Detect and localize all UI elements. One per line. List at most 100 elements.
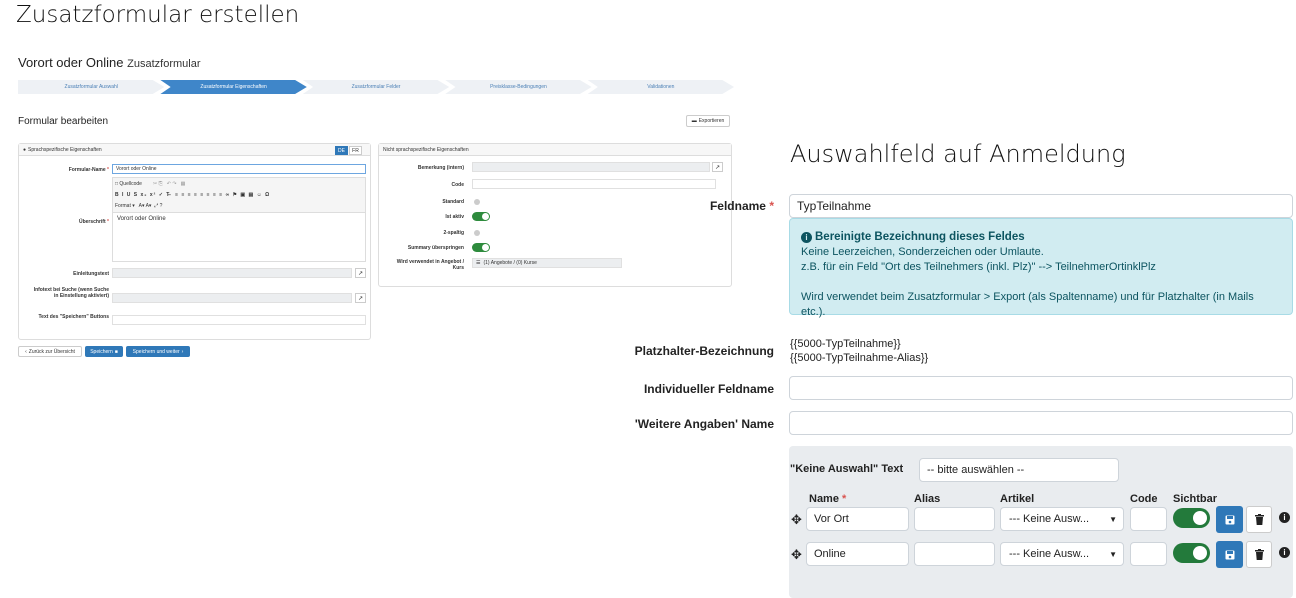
summary-label: Summary überspringen	[407, 245, 464, 251]
option-save-button[interactable]	[1216, 541, 1243, 568]
editor-content[interactable]: Vorort oder Online	[113, 212, 365, 261]
option-alias-input[interactable]	[914, 542, 995, 566]
option-artikel-select[interactable]: --- Keine Ausw... ▼	[1000, 507, 1124, 531]
export-button[interactable]: ▬ Exportieren	[686, 115, 730, 127]
step-eigenschaften[interactable]: Zusatzformular Eigenschaften	[160, 80, 307, 94]
col-code: Code	[1130, 493, 1158, 505]
format-select[interactable]: Format ▾ A▾ A▾ ⤢ ?	[115, 203, 162, 209]
editor-toolbar-row1: ✂ ⎘ ↶ ↷ ▦	[153, 181, 186, 187]
einleitung-input[interactable]	[112, 268, 352, 278]
right-caption: Auswahlfeld auf Anmeldung	[790, 140, 1126, 168]
aktiv-toggle[interactable]	[472, 212, 490, 221]
standard-toggle[interactable]	[474, 199, 480, 205]
verwendet-value: (1) Angebote / (0) Kurse	[483, 260, 537, 266]
info-title: Bereinigte Bezeichnung dieses Feldes	[815, 231, 1025, 243]
save-next-button[interactable]: Speichern und weiter ›	[126, 346, 190, 357]
language-panel-title: Sprachspezifische Eigenschaften	[28, 146, 102, 153]
option-visible-toggle[interactable]	[1173, 508, 1210, 528]
bemerkung-edit-button[interactable]: ↗	[712, 162, 723, 172]
infotext-edit-button[interactable]: ↗	[355, 293, 366, 303]
individuell-input[interactable]	[789, 376, 1293, 400]
info-icon[interactable]: i	[1279, 547, 1290, 558]
info-icon[interactable]: i	[1279, 512, 1290, 523]
einleitung-edit-button[interactable]: ↗	[355, 268, 366, 278]
section-title: Formular bearbeiten	[18, 116, 109, 127]
form-page-title: Vorort oder Online Zusatzformular	[18, 55, 201, 70]
drag-handle-icon[interactable]: ✥	[791, 547, 802, 563]
option-code-input[interactable]	[1130, 542, 1167, 566]
individuell-label: Individueller Feldname	[643, 382, 774, 396]
export-label: Exportieren	[698, 118, 725, 124]
verwendet-label: Wird verwendet in Angebot / Kurs	[396, 259, 464, 271]
keine-auswahl-label: "Keine Auswahl" Text	[790, 463, 904, 475]
col-alias: Alias	[914, 493, 941, 505]
speichern-text-label: Text des "Speichern" Buttons	[38, 314, 110, 320]
feldname-input[interactable]: TypTeilnahme	[789, 194, 1293, 218]
formname-input[interactable]: Vorort oder Online	[112, 164, 366, 174]
aktiv-label: Ist aktiv	[445, 214, 464, 220]
back-button[interactable]: ‹ Zurück zur Übersicht	[18, 346, 82, 357]
chevron-right-icon: ›	[181, 348, 184, 355]
ueberschrift-label: Überschrift *	[78, 219, 109, 225]
external-edit-icon: ↗	[714, 164, 721, 171]
verwendet-field: ☰ (1) Angebote / (0) Kurse	[472, 258, 622, 268]
export-icon: ▬	[691, 118, 697, 124]
caret-down-icon: ▼	[1109, 550, 1117, 559]
caret-down-icon: ▼	[1109, 515, 1117, 524]
step-felder[interactable]: Zusatzformular Felder	[302, 80, 450, 94]
keine-auswahl-input[interactable]: -- bitte auswählen --	[919, 458, 1119, 482]
zweispaltig-label: 2-spaltig	[443, 230, 464, 236]
platzhalter-1: {{5000-TypTeilnahme}}	[790, 338, 901, 350]
col-sichtbar: Sichtbar	[1173, 493, 1218, 505]
option-delete-button[interactable]	[1246, 541, 1272, 568]
info-line-2: z.B. für ein Feld "Ort des Teilnehmers (…	[801, 261, 1156, 273]
weitere-label: 'Weitere Angaben' Name	[634, 417, 774, 431]
platzhalter-2: {{5000-TypTeilnahme-Alias}}	[790, 352, 929, 364]
language-panel-header: ● Sprachspezifische Eigenschaften	[19, 144, 370, 156]
form-title-main: Vorort oder Online	[18, 55, 124, 70]
summary-toggle[interactable]	[472, 243, 490, 252]
editor-toolbar-row2: B I U S x₂ x² ✓ T̶ ≡ ≡ ≡ ≡ ≡ ≡ ≡ ≡ ∞ ⚑ ▣…	[115, 192, 271, 198]
option-visible-toggle[interactable]	[1173, 543, 1210, 563]
lang-fr-button[interactable]: FR	[349, 146, 362, 155]
general-panel-header: Nicht sprachspezifische Eigenschaften	[379, 144, 731, 156]
bemerkung-label: Bemerkung (intern)	[417, 165, 464, 171]
step-preisklasse[interactable]: Preisklasse-Bedingungen	[445, 80, 592, 94]
code-input[interactable]	[472, 179, 716, 189]
infotext-label: Infotext bei Suche (wenn Suche in Einste…	[33, 287, 109, 299]
platzhalter-values: {{5000-TypTeilnahme}} {{5000-TypTeilnahm…	[790, 337, 928, 365]
zweispaltig-toggle[interactable]	[474, 230, 480, 236]
lang-de-button[interactable]: DE	[335, 146, 348, 155]
step-auswahl[interactable]: Zusatzformular Auswahl	[18, 80, 165, 94]
bemerkung-input[interactable]	[472, 162, 710, 172]
col-artikel: Artikel	[1000, 493, 1035, 505]
einleitung-label: Einleitungstext	[73, 271, 109, 277]
code-label: Code	[451, 182, 465, 188]
info-line-3: Wird verwendet beim Zusatzformular > Exp…	[801, 291, 1254, 318]
option-save-button[interactable]	[1216, 506, 1243, 533]
language-panel: ● Sprachspezifische Eigenschaften DE FR …	[18, 143, 371, 340]
formname-label: Formular-Name *	[68, 167, 109, 173]
step-validationen[interactable]: Validationen	[587, 80, 735, 94]
option-artikel-value: --- Keine Ausw...	[1009, 513, 1090, 525]
standard-label: Standard	[442, 199, 464, 205]
option-name-input[interactable]: Online	[806, 542, 909, 566]
platzhalter-label: Platzhalter-Bezeichnung	[634, 344, 774, 358]
drag-handle-icon[interactable]: ✥	[791, 512, 802, 528]
feldname-info-box: i Bereinigte Bezeichnung dieses Feldes Ke…	[789, 218, 1293, 318]
floppy-icon	[1225, 550, 1234, 559]
left-caption: Zusatzformular erstellen	[16, 2, 300, 28]
option-artikel-value: --- Keine Ausw...	[1009, 548, 1090, 560]
option-alias-input[interactable]	[914, 507, 995, 531]
option-artikel-select[interactable]: --- Keine Ausw... ▼	[1000, 542, 1124, 566]
save-button[interactable]: Speichern ■	[85, 346, 123, 357]
infotext-input[interactable]	[112, 293, 352, 303]
source-button[interactable]: □ Quellcode	[115, 181, 142, 187]
option-name-input[interactable]: Vor Ort	[806, 507, 909, 531]
col-name: Name *	[809, 493, 847, 505]
weitere-input[interactable]	[789, 411, 1293, 435]
speichern-text-input[interactable]	[112, 315, 366, 325]
info-title-row: i Bereinigte Bezeichnung dieses Feldes	[801, 230, 1281, 245]
option-delete-button[interactable]	[1246, 506, 1272, 533]
option-code-input[interactable]	[1130, 507, 1167, 531]
